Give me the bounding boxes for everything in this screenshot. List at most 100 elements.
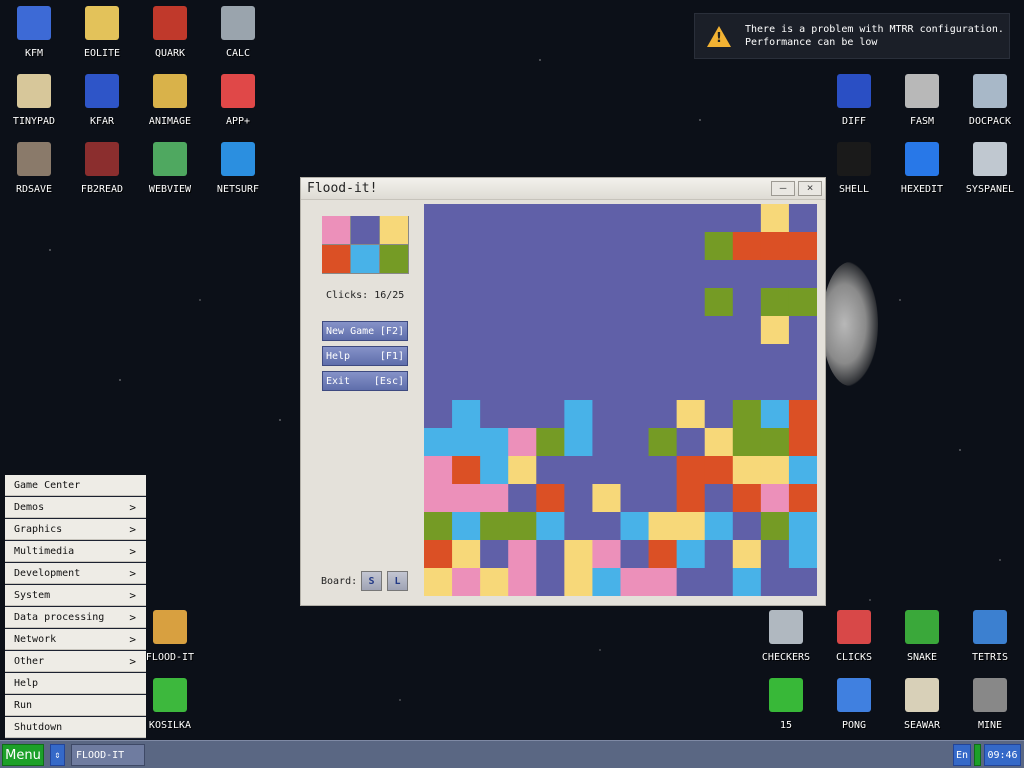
board-cell[interactable]: [592, 204, 622, 233]
board-cell[interactable]: [676, 568, 706, 596]
menu-item-game-center[interactable]: Game Center: [5, 475, 146, 496]
board-cell[interactable]: [788, 484, 817, 513]
board-cell[interactable]: [704, 260, 734, 289]
board-cell[interactable]: [704, 344, 734, 373]
board-cell[interactable]: [760, 484, 790, 513]
board-small-button[interactable]: S: [361, 571, 382, 591]
board-cell[interactable]: [452, 260, 481, 289]
board-cell[interactable]: [592, 232, 622, 261]
board-cell[interactable]: [788, 540, 817, 569]
board-cell[interactable]: [536, 568, 565, 596]
board-cell[interactable]: [424, 428, 453, 457]
board-cell[interactable]: [760, 400, 790, 429]
board-cell[interactable]: [704, 568, 734, 596]
board-cell[interactable]: [732, 288, 762, 317]
board-cell[interactable]: [648, 204, 678, 233]
board-cell[interactable]: [620, 288, 650, 317]
menu-item-development[interactable]: Development >: [5, 563, 146, 584]
desktop-icon-docpack[interactable]: DOCPACK: [956, 68, 1024, 132]
board-cell[interactable]: [452, 372, 481, 401]
board-cell[interactable]: [704, 288, 734, 317]
board-cell[interactable]: [620, 456, 650, 485]
board-cell[interactable]: [704, 540, 734, 569]
board-cell[interactable]: [424, 400, 453, 429]
board-cell[interactable]: [676, 260, 706, 289]
board-cell[interactable]: [424, 568, 453, 596]
desktop-icon-quark[interactable]: QUARK: [136, 0, 204, 64]
board-cell[interactable]: [676, 288, 706, 317]
board-cell[interactable]: [508, 400, 537, 429]
board-cell[interactable]: [760, 512, 790, 541]
board-cell[interactable]: [676, 484, 706, 513]
board-cell[interactable]: [452, 204, 481, 233]
desktop-icon-tinypad[interactable]: TINYPAD: [0, 68, 68, 132]
palette-orange-swatch[interactable]: [322, 245, 350, 273]
board-cell[interactable]: [704, 316, 734, 345]
board-cell[interactable]: [788, 428, 817, 457]
board-cell[interactable]: [732, 372, 762, 401]
board-cell[interactable]: [536, 344, 565, 373]
board-cell[interactable]: [480, 288, 509, 317]
board-cell[interactable]: [564, 512, 594, 541]
board-cell[interactable]: [732, 204, 762, 233]
board-cell[interactable]: [452, 428, 481, 457]
exit-button[interactable]: Exit [Esc]: [322, 371, 408, 391]
board-cell[interactable]: [620, 204, 650, 233]
board-cell[interactable]: [480, 344, 509, 373]
desktop-icon-kosilka[interactable]: KOSILKA: [136, 672, 204, 736]
desktop-icon-eolite[interactable]: EOLITE: [68, 0, 136, 64]
board-cell[interactable]: [508, 512, 537, 541]
board-cell[interactable]: [648, 484, 678, 513]
board-cell[interactable]: [788, 344, 817, 373]
menu-item-other[interactable]: Other >: [5, 651, 146, 672]
board-cell[interactable]: [480, 456, 509, 485]
board-cell[interactable]: [788, 232, 817, 261]
board-cell[interactable]: [620, 540, 650, 569]
desktop-icon-snake[interactable]: SNAKE: [888, 604, 956, 668]
board-cell[interactable]: [564, 428, 594, 457]
board-cell[interactable]: [480, 400, 509, 429]
board-cell[interactable]: [536, 316, 565, 345]
notification-popup[interactable]: ! There is a problem with MTRR configura…: [694, 13, 1010, 59]
menu-item-data-processing[interactable]: Data processing >: [5, 607, 146, 628]
board-cell[interactable]: [788, 568, 817, 596]
board-cell[interactable]: [704, 512, 734, 541]
desktop-icon-flood-it[interactable]: FLOOD-IT: [136, 604, 204, 668]
board-cell[interactable]: [732, 400, 762, 429]
menu-button[interactable]: Menu: [2, 744, 44, 766]
board-cell[interactable]: [424, 260, 453, 289]
board-cell[interactable]: [648, 400, 678, 429]
board-cell[interactable]: [648, 512, 678, 541]
board-cell[interactable]: [480, 428, 509, 457]
board-cell[interactable]: [592, 372, 622, 401]
board-cell[interactable]: [592, 456, 622, 485]
board-cell[interactable]: [564, 288, 594, 317]
board-cell[interactable]: [564, 400, 594, 429]
desktop-icon-checkers[interactable]: CHECKERS: [752, 604, 820, 668]
board-cell[interactable]: [676, 456, 706, 485]
palette-green-swatch[interactable]: [380, 245, 408, 273]
desktop-icon-hexedit[interactable]: HEXEDIT: [888, 136, 956, 200]
board-cell[interactable]: [508, 540, 537, 569]
desktop-icon-kfar[interactable]: KFAR: [68, 68, 136, 132]
board-cell[interactable]: [424, 540, 453, 569]
board-cell[interactable]: [760, 232, 790, 261]
board-cell[interactable]: [508, 204, 537, 233]
menu-item-help[interactable]: Help: [5, 673, 146, 694]
board-cell[interactable]: [480, 484, 509, 513]
board-cell[interactable]: [648, 288, 678, 317]
board-cell[interactable]: [536, 456, 565, 485]
board-cell[interactable]: [620, 316, 650, 345]
board-cell[interactable]: [452, 316, 481, 345]
board-cell[interactable]: [508, 484, 537, 513]
desktop-icon-netsurf[interactable]: NETSURF: [204, 136, 272, 200]
menu-item-graphics[interactable]: Graphics >: [5, 519, 146, 540]
board-cell[interactable]: [564, 540, 594, 569]
board-cell[interactable]: [648, 540, 678, 569]
board-cell[interactable]: [676, 512, 706, 541]
board-cell[interactable]: [704, 372, 734, 401]
board-cell[interactable]: [592, 260, 622, 289]
board-cell[interactable]: [788, 288, 817, 317]
palette-cyan-swatch[interactable]: [351, 245, 379, 273]
board-cell[interactable]: [536, 372, 565, 401]
